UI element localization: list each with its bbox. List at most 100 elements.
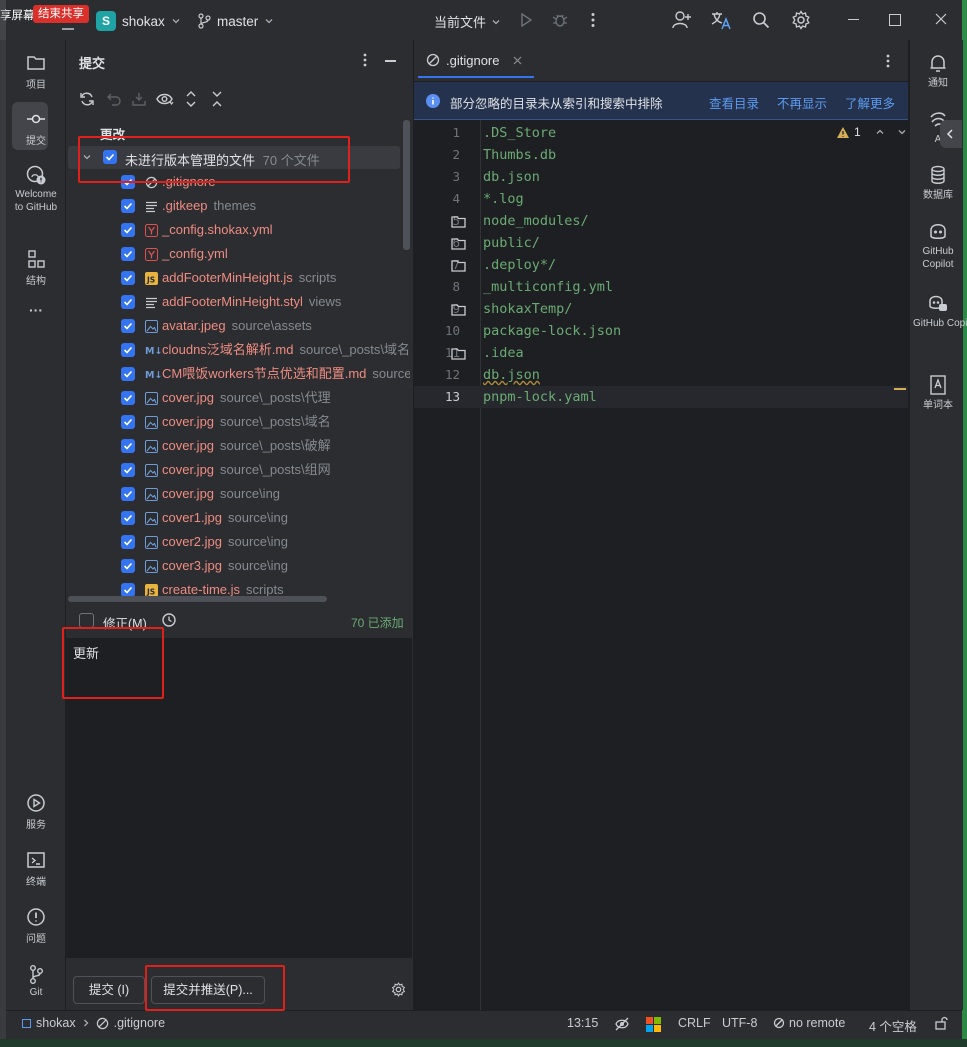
tool-wordbook[interactable]: 单词本 bbox=[913, 374, 963, 412]
file-checkbox[interactable] bbox=[121, 559, 135, 573]
file-checkbox[interactable] bbox=[121, 247, 135, 261]
run-icon[interactable] bbox=[518, 12, 534, 28]
file-checkbox[interactable] bbox=[121, 295, 135, 309]
file-row[interactable]: M↓CM喂饭workers节点优选和配置.mdsource\ bbox=[120, 362, 410, 386]
file-checkbox[interactable] bbox=[121, 199, 135, 213]
end-share-button[interactable]: 结束共享 bbox=[33, 5, 89, 23]
close-tab-icon[interactable] bbox=[513, 56, 522, 65]
status-caret-position[interactable]: 13:15 bbox=[567, 1016, 598, 1030]
debug-icon[interactable] bbox=[551, 11, 569, 29]
code-line[interactable]: .DS_Store bbox=[483, 122, 556, 144]
code-line[interactable]: .deploy*/ bbox=[483, 254, 556, 276]
tool-welcome-github[interactable]: Welcome to GitHub bbox=[10, 164, 62, 214]
code-line[interactable]: pnpm-lock.yaml bbox=[483, 386, 597, 408]
banner-link-view-dirs[interactable]: 查看目录 bbox=[709, 93, 759, 112]
file-checkbox[interactable] bbox=[121, 511, 135, 525]
windows-flag-icon[interactable] bbox=[646, 1017, 661, 1032]
maximize-button[interactable] bbox=[889, 14, 901, 26]
editor-tabs-options-icon[interactable] bbox=[885, 54, 891, 68]
file-checkbox[interactable] bbox=[121, 391, 135, 405]
tool-git[interactable]: Git bbox=[14, 963, 58, 998]
file-row[interactable]: _config.yml bbox=[120, 242, 410, 266]
file-row[interactable]: JS create-time.js scripts bbox=[120, 578, 410, 596]
readonly-lock-icon[interactable] bbox=[934, 1016, 948, 1030]
status-line-ending[interactable]: CRLF bbox=[678, 1016, 711, 1030]
collapse-all-icon[interactable] bbox=[210, 90, 224, 108]
tool-commit[interactable]: 提交 bbox=[14, 108, 58, 147]
translate-icon[interactable] bbox=[710, 10, 732, 30]
tool-services[interactable]: 服务 bbox=[14, 792, 58, 831]
show-diff-eye-icon[interactable] bbox=[156, 91, 174, 107]
file-checkbox[interactable] bbox=[121, 583, 135, 596]
panel-options-icon[interactable] bbox=[362, 53, 368, 67]
project-selector[interactable]: S shokax bbox=[96, 10, 181, 32]
rollback-icon[interactable] bbox=[106, 91, 122, 107]
code-line[interactable]: public/ bbox=[483, 232, 540, 254]
file-row[interactable]: .gitkeep themes bbox=[120, 194, 410, 218]
file-row[interactable]: addFooterMinHeight.styl views bbox=[120, 290, 410, 314]
file-row[interactable]: cover2.jpg source\ing bbox=[120, 530, 410, 554]
code-line[interactable]: _multiconfig.yml bbox=[483, 276, 613, 298]
status-encoding[interactable]: UTF-8 bbox=[722, 1016, 757, 1030]
tool-database[interactable]: 数据库 bbox=[913, 164, 963, 202]
commit-options-gear-icon[interactable] bbox=[391, 982, 406, 997]
file-row[interactable]: _config.shokax.yml bbox=[120, 218, 410, 242]
branch-selector[interactable]: master bbox=[197, 11, 274, 31]
file-list-hscrollbar[interactable] bbox=[68, 596, 327, 602]
status-vcs[interactable]: no remote bbox=[773, 1016, 845, 1030]
inspection-widget[interactable]: 1 bbox=[836, 125, 907, 139]
code-line[interactable]: package-lock.json bbox=[483, 320, 621, 342]
file-row[interactable]: JS addFooterMinHeight.js scripts bbox=[120, 266, 410, 290]
close-window-icon[interactable] bbox=[935, 13, 947, 25]
expand-all-icon[interactable] bbox=[184, 90, 198, 108]
tool-copilot[interactable]: GitHub Copilot bbox=[913, 220, 963, 271]
code-line[interactable]: db.json bbox=[483, 364, 540, 386]
file-row[interactable]: cover.jpg source\_posts\组网 bbox=[120, 458, 410, 482]
file-checkbox[interactable] bbox=[121, 487, 135, 501]
banner-link-dont-show[interactable]: 不再显示 bbox=[777, 93, 827, 112]
code-line[interactable]: shokaxTemp/ bbox=[483, 298, 572, 320]
tool-more[interactable]: ··· bbox=[14, 302, 58, 318]
banner-link-learn-more[interactable]: 了解更多 bbox=[845, 93, 895, 112]
file-row[interactable]: cover3.jpg source\ing bbox=[120, 554, 410, 578]
history-clock-icon[interactable] bbox=[161, 612, 177, 628]
code-line[interactable]: node_modules/ bbox=[483, 210, 589, 232]
file-row[interactable]: avatar.jpeg source\assets bbox=[120, 314, 410, 338]
file-row[interactable]: M↓ cloudns泛域名解析.md source\_posts\域名 bbox=[120, 338, 410, 362]
add-user-icon[interactable] bbox=[672, 10, 692, 30]
file-checkbox[interactable] bbox=[121, 343, 135, 357]
code-line[interactable]: *.log bbox=[483, 188, 524, 210]
tool-notifications[interactable]: 通知 bbox=[913, 52, 963, 90]
file-row[interactable]: cover1.jpg source\ing bbox=[120, 506, 410, 530]
minimize-button[interactable] bbox=[848, 19, 859, 20]
commit-button[interactable]: 提交 (I) bbox=[73, 976, 145, 1004]
file-checkbox[interactable] bbox=[121, 415, 135, 429]
run-config-selector[interactable]: 当前文件 bbox=[434, 12, 501, 31]
tool-structure[interactable]: 结构 bbox=[14, 248, 58, 287]
hamburger-menu-icon[interactable] bbox=[62, 28, 74, 30]
chevron-up-icon[interactable] bbox=[875, 127, 885, 137]
file-checkbox[interactable] bbox=[121, 271, 135, 285]
chevron-down-icon[interactable] bbox=[897, 127, 907, 137]
file-checkbox[interactable] bbox=[121, 319, 135, 333]
settings-gear-icon[interactable] bbox=[791, 10, 811, 30]
file-checkbox[interactable] bbox=[121, 439, 135, 453]
search-icon[interactable] bbox=[752, 11, 770, 29]
file-list-vscrollbar[interactable] bbox=[403, 120, 410, 250]
file-checkbox[interactable] bbox=[121, 463, 135, 477]
code-line[interactable]: Thumbs.db bbox=[483, 144, 556, 166]
editor-tab-gitignore[interactable]: .gitignore bbox=[418, 44, 534, 78]
file-row[interactable]: cover.jpg source\_posts\代理 bbox=[120, 386, 410, 410]
code-line[interactable]: .idea bbox=[483, 342, 524, 364]
status-indent[interactable]: 4 个空格 bbox=[869, 1016, 917, 1035]
shelve-icon[interactable] bbox=[131, 91, 147, 107]
amend-checkbox[interactable] bbox=[79, 613, 94, 628]
code-line[interactable]: db.json bbox=[483, 166, 540, 188]
file-checkbox[interactable] bbox=[121, 367, 135, 381]
tool-copilot-chat[interactable]: GitHub Copilot C bbox=[913, 292, 967, 330]
tool-problems[interactable]: 问题 bbox=[14, 906, 58, 945]
file-row[interactable]: cover.jpg source\_posts\破解 bbox=[120, 434, 410, 458]
tool-project[interactable]: 项目 bbox=[14, 52, 58, 91]
file-row[interactable]: cover.jpg source\ing bbox=[120, 482, 410, 506]
file-checkbox[interactable] bbox=[121, 535, 135, 549]
